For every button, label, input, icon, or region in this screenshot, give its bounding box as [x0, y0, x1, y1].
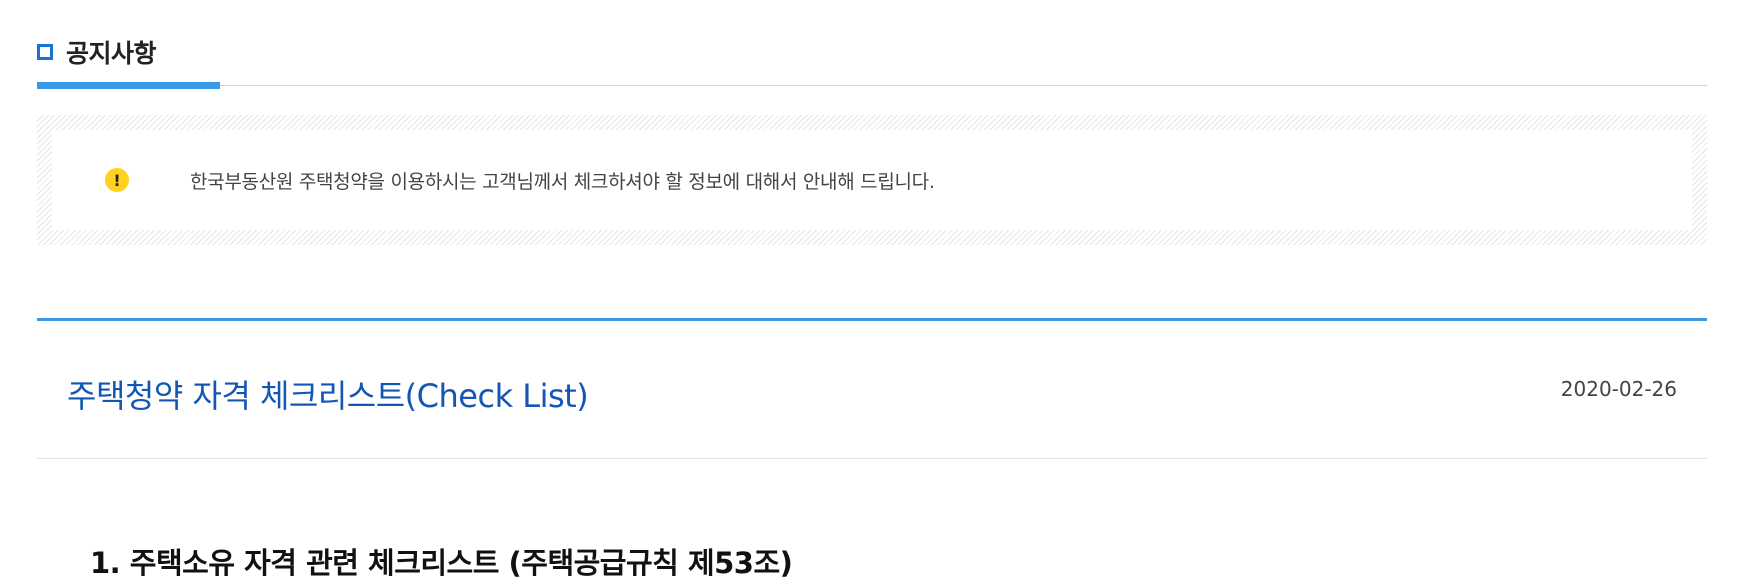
notice-text: 한국부동산원 주택청약을 이용하시는 고객님께서 체크하셔야 할 정보에 대해서… — [190, 170, 935, 193]
title-accent-bar — [37, 82, 220, 89]
article-heading: 1. 주택소유 자격 관련 체크리스트 (주택공급규칙 제53조) — [90, 546, 793, 580]
notice-content: ! 한국부동산원 주택청약을 이용하시는 고객님께서 체크하셔야 할 정보에 대… — [52, 130, 1692, 230]
notice-box: ! 한국부동산원 주택청약을 이용하시는 고객님께서 체크하셔야 할 정보에 대… — [37, 115, 1707, 245]
post-header-row: 주택청약 자격 체크리스트(Check List) 2020-02-26 — [37, 321, 1707, 459]
post-date: 2020-02-26 — [1560, 377, 1677, 401]
page-title: 공지사항 — [66, 39, 157, 68]
title-divider — [37, 85, 1707, 86]
exclamation-icon: ! — [105, 168, 129, 192]
square-bullet-icon — [37, 44, 53, 60]
section-header: 공지사항 — [37, 34, 157, 70]
post-title-link[interactable]: 주택청약 자격 체크리스트(Check List) — [67, 371, 589, 417]
